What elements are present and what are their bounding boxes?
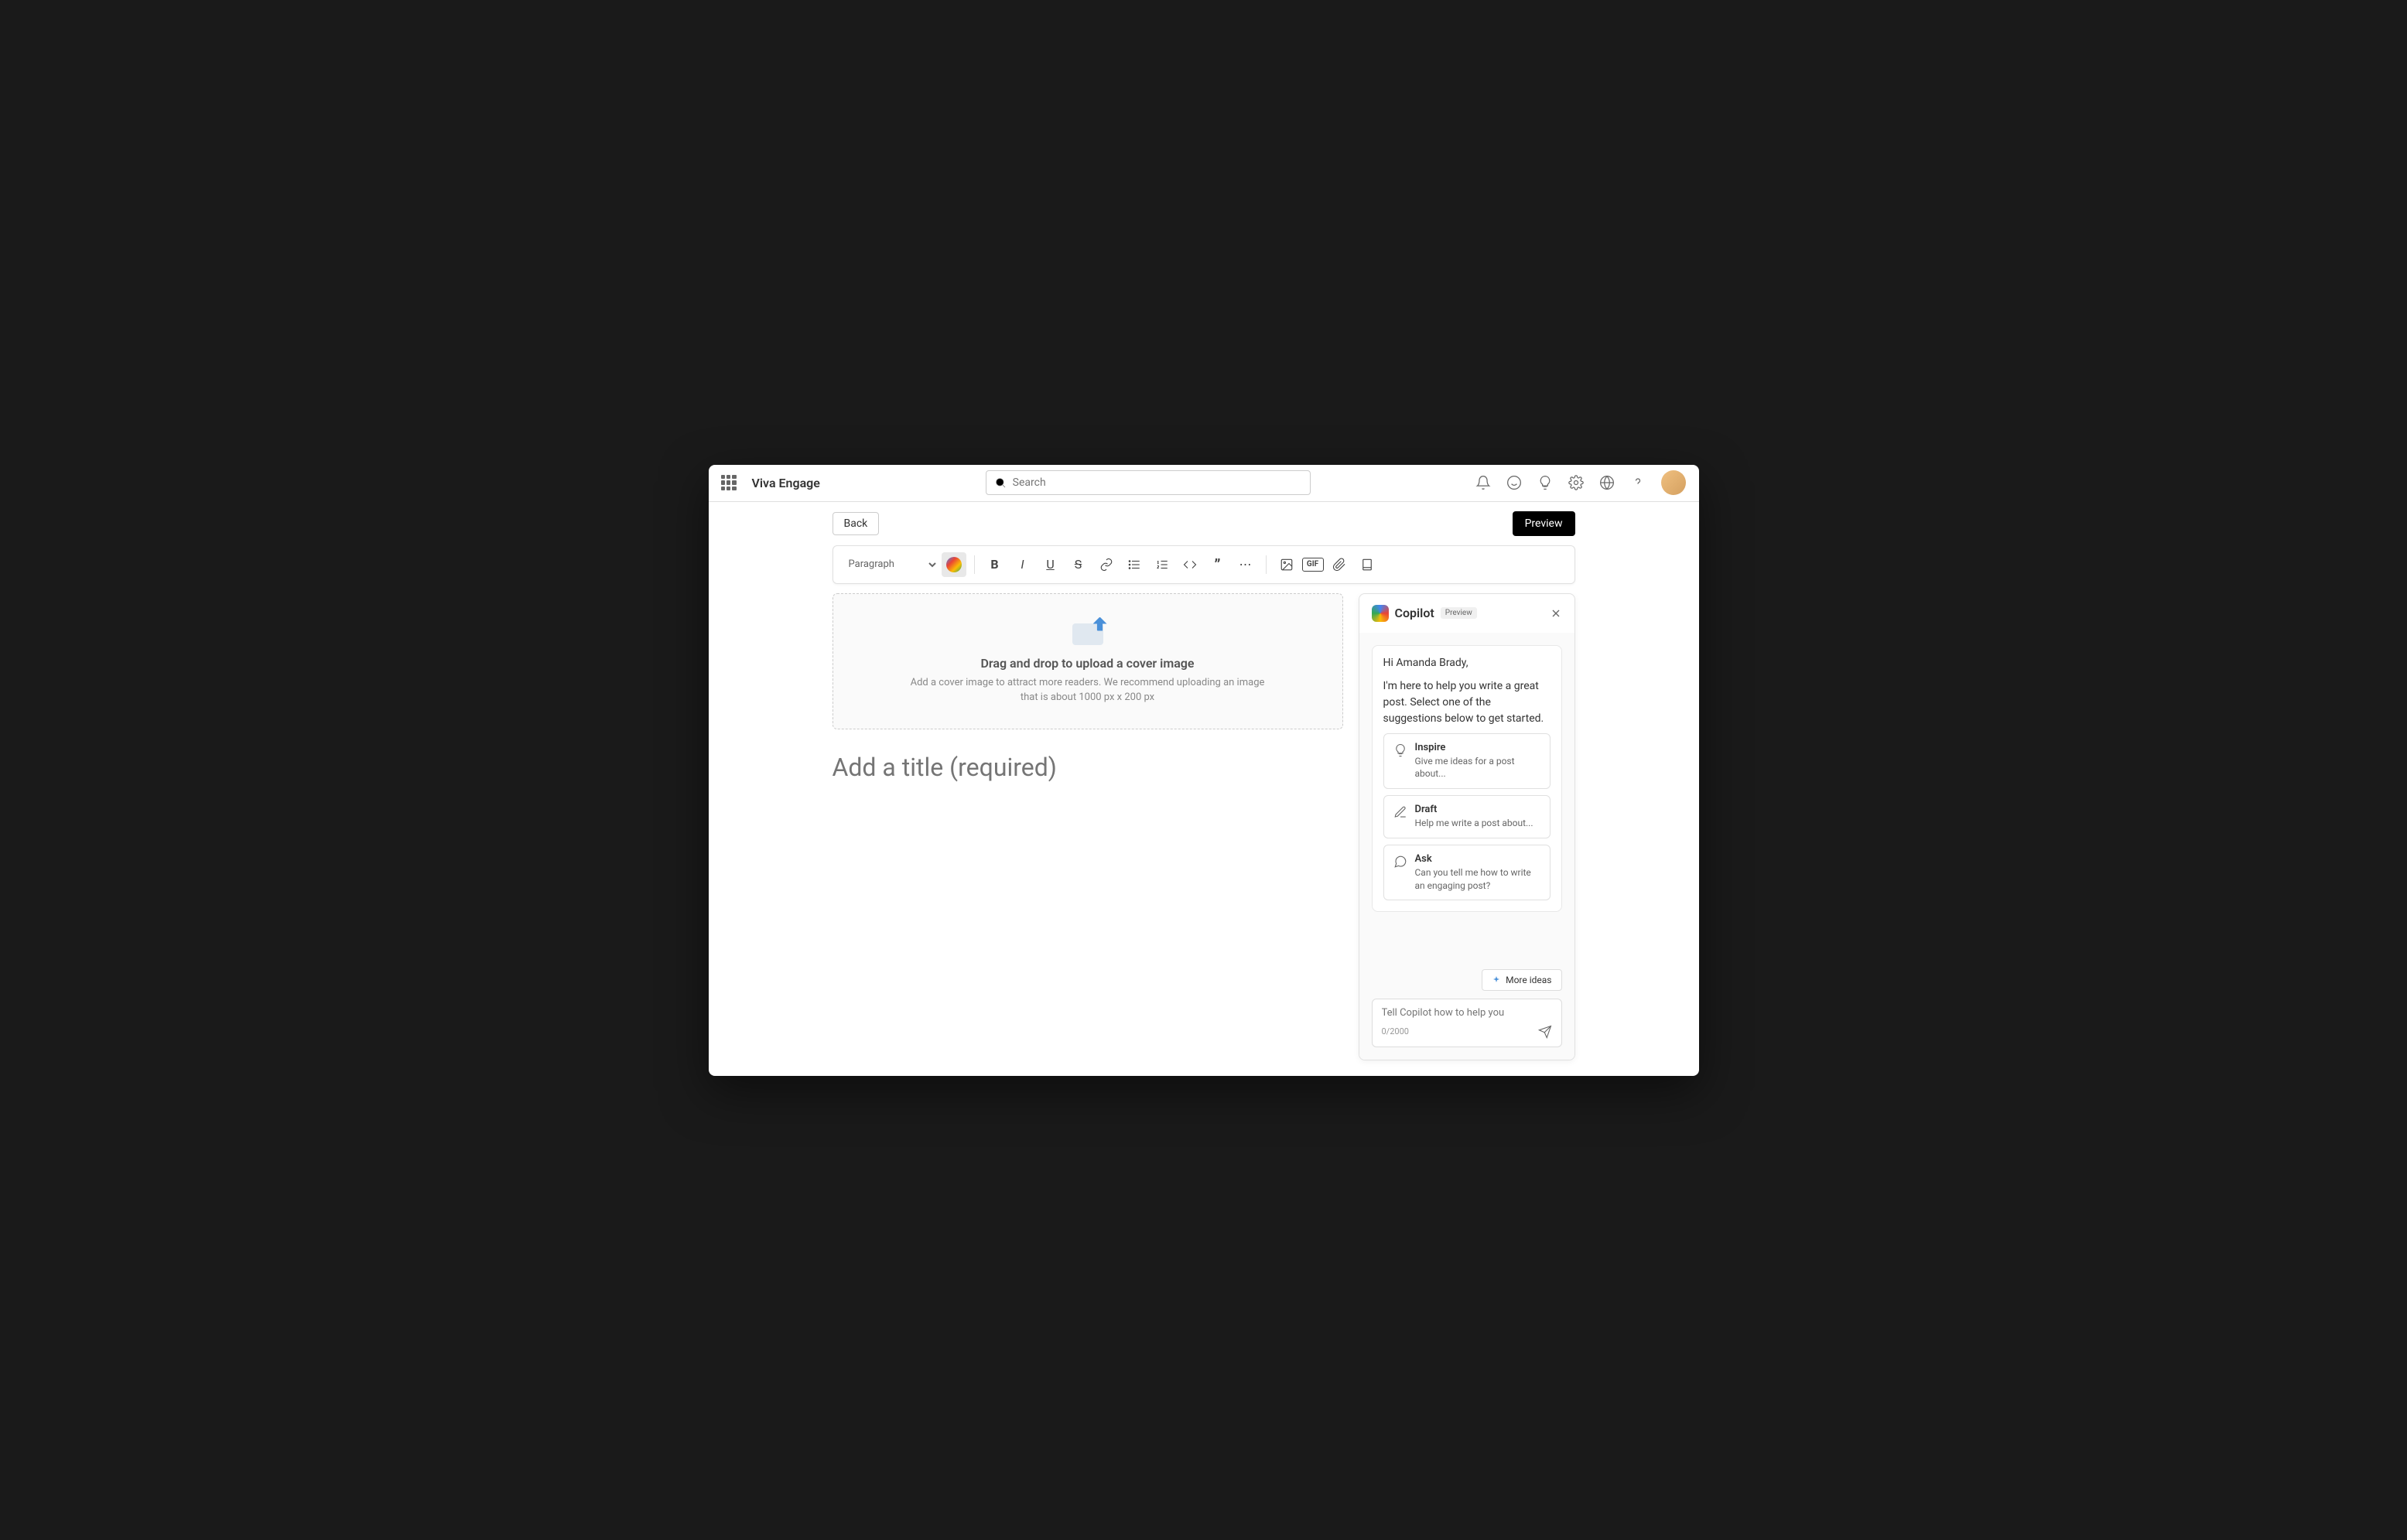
cover-image-dropzone[interactable]: Drag and drop to upload a cover image Ad… (833, 593, 1343, 729)
suggestion-title: Ask (1415, 853, 1540, 865)
suggestion-draft[interactable]: Draft Help me write a post about... (1383, 795, 1551, 838)
preview-badge: Preview (1441, 607, 1477, 619)
image-button[interactable] (1274, 552, 1299, 577)
help-icon[interactable] (1630, 475, 1646, 490)
brand-title: Viva Engage (752, 476, 820, 490)
suggestion-ask[interactable]: Ask Can you tell me how to write an enga… (1383, 845, 1551, 901)
top-icons (1475, 470, 1686, 495)
code-button[interactable] (1178, 552, 1202, 577)
more-button[interactable]: ⋯ (1233, 552, 1258, 577)
suggestion-desc: Help me write a post about... (1415, 817, 1540, 830)
back-button[interactable]: Back (833, 512, 880, 535)
bullet-list-button[interactable] (1122, 552, 1147, 577)
book-button[interactable] (1355, 552, 1380, 577)
search-icon (994, 476, 1007, 489)
search-input[interactable] (1013, 476, 1302, 489)
suggestion-desc: Give me ideas for a post about... (1415, 755, 1540, 781)
attachment-button[interactable] (1327, 552, 1352, 577)
search-container (986, 470, 1311, 495)
chat-icon (1393, 855, 1407, 869)
app-window: Viva Engage Back Preview Paragraph B I U… (709, 465, 1699, 1076)
preview-button[interactable]: Preview (1513, 511, 1575, 536)
editor-toolbar: Paragraph B I U S ” ⋯ GIF (833, 545, 1575, 584)
emoji-icon[interactable] (1506, 475, 1522, 490)
lightbulb-icon[interactable] (1537, 475, 1553, 490)
copilot-toolbar-button[interactable] (942, 552, 966, 577)
content-area: Drag and drop to upload a cover image Ad… (709, 593, 1699, 1076)
char-count: 0/2000 (1382, 1026, 1409, 1036)
suggestion-title: Draft (1415, 804, 1540, 815)
gif-button[interactable]: GIF (1302, 558, 1324, 572)
copilot-panel: Copilot Preview Hi Amanda Brady, I'm her… (1359, 593, 1575, 1060)
subbar: Back Preview (709, 502, 1699, 545)
copilot-message: I'm here to help you write a great post.… (1383, 678, 1551, 727)
sparkle-icon (1492, 975, 1501, 985)
copilot-body: Hi Amanda Brady, I'm here to help you wr… (1359, 633, 1574, 1060)
suggestion-title: Inspire (1415, 742, 1540, 753)
copilot-icon (946, 557, 962, 572)
settings-icon[interactable] (1568, 475, 1584, 490)
italic-button[interactable]: I (1010, 552, 1035, 577)
divider (974, 555, 975, 574)
lightbulb-icon (1393, 743, 1407, 757)
copilot-greeting: Hi Amanda Brady, (1383, 657, 1551, 669)
copilot-message-card: Hi Amanda Brady, I'm here to help you wr… (1372, 645, 1562, 913)
topbar: Viva Engage (709, 465, 1699, 502)
more-ideas-button[interactable]: More ideas (1482, 969, 1561, 991)
app-launcher-icon[interactable] (721, 475, 737, 490)
numbered-list-button[interactable] (1150, 552, 1174, 577)
editor-column: Drag and drop to upload a cover image Ad… (833, 593, 1343, 1060)
title-input[interactable] (833, 745, 1343, 790)
paragraph-select[interactable]: Paragraph (846, 554, 939, 575)
copilot-title: Copilot (1395, 606, 1434, 620)
suggestion-desc: Can you tell me how to write an engaging… (1415, 866, 1540, 893)
upload-illustration (1068, 617, 1107, 648)
bold-button[interactable]: B (983, 552, 1007, 577)
globe-icon[interactable] (1599, 475, 1615, 490)
search-box[interactable] (986, 470, 1311, 495)
copilot-input-box: 0/2000 (1372, 999, 1562, 1047)
divider (1266, 555, 1267, 574)
user-avatar[interactable] (1661, 470, 1686, 495)
strikethrough-button[interactable]: S (1066, 552, 1091, 577)
pencil-icon (1393, 805, 1407, 819)
close-icon[interactable] (1550, 607, 1562, 620)
dropzone-subtitle: Add a cover image to attract more reader… (849, 675, 1327, 705)
suggestion-inspire[interactable]: Inspire Give me ideas for a post about..… (1383, 733, 1551, 790)
notifications-icon[interactable] (1475, 475, 1491, 490)
link-button[interactable] (1094, 552, 1119, 577)
copilot-header: Copilot Preview (1359, 594, 1574, 633)
underline-button[interactable]: U (1038, 552, 1063, 577)
copilot-logo-icon (1372, 605, 1389, 622)
quote-button[interactable]: ” (1205, 552, 1230, 577)
send-button[interactable] (1538, 1025, 1552, 1039)
copilot-input[interactable] (1382, 1007, 1552, 1019)
dropzone-title: Drag and drop to upload a cover image (849, 656, 1327, 671)
